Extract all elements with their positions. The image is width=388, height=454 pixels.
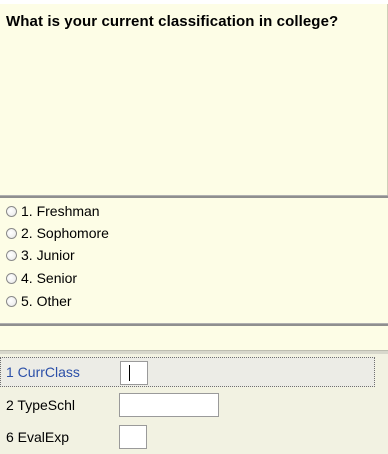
variable-row-typeschl[interactable]: 2 TypeSchl	[0, 390, 388, 420]
option-other[interactable]: 5. Other	[6, 290, 72, 312]
survey-window: What is your current classification in c…	[0, 0, 388, 454]
radio-button-icon[interactable]	[6, 205, 17, 217]
option-senior[interactable]: 4. Senior	[6, 267, 77, 289]
option-sophomore[interactable]: 2. Sophomore	[6, 222, 109, 244]
option-label: 5. Other	[21, 293, 72, 309]
radio-button-icon[interactable]	[6, 227, 17, 239]
option-label: 2. Sophomore	[21, 225, 109, 241]
currclass-input[interactable]	[120, 361, 148, 385]
question-panel: What is your current classification in c…	[0, 4, 388, 195]
option-freshman[interactable]: 1. Freshman	[6, 200, 100, 222]
answer-options: 1. Freshman 2. Sophomore 3. Junior 4. Se…	[0, 198, 388, 323]
question-text: What is your current classification in c…	[6, 13, 339, 30]
option-junior[interactable]: 3. Junior	[6, 244, 75, 266]
variable-row-currclass[interactable]: 1 CurrClass	[0, 357, 375, 387]
radio-button-icon[interactable]	[6, 295, 17, 307]
variable-row-evalexp[interactable]: 6 EvalExp	[0, 422, 388, 452]
option-label: 1. Freshman	[21, 203, 100, 219]
spacer-panel	[0, 326, 388, 350]
text-cursor	[129, 365, 130, 381]
variable-grid: 1 CurrClass 2 TypeSchl 6 EvalExp	[0, 354, 388, 454]
variable-label: 6 EvalExp	[6, 429, 70, 445]
option-label: 3. Junior	[21, 247, 75, 263]
option-label: 4. Senior	[21, 270, 78, 286]
typeschl-input[interactable]	[119, 393, 219, 417]
radio-button-icon[interactable]	[6, 249, 17, 261]
evalexp-input[interactable]	[119, 425, 147, 449]
radio-button-icon[interactable]	[6, 272, 17, 284]
variable-label: 1 CurrClass	[6, 364, 80, 380]
variable-label: 2 TypeSchl	[6, 397, 76, 413]
